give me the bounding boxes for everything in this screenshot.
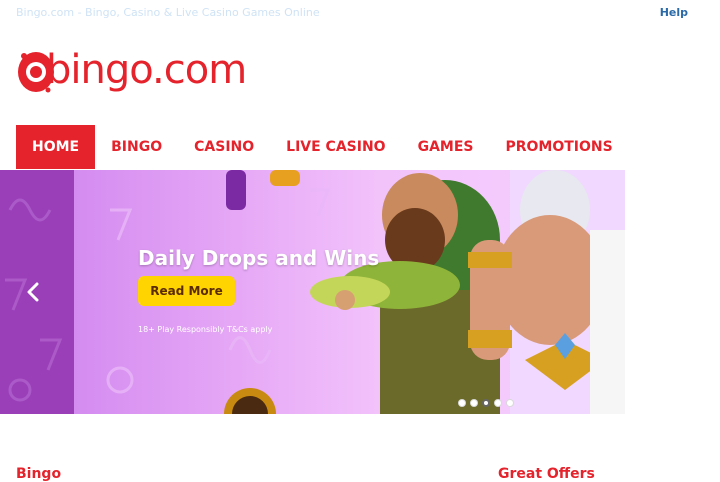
site-tagline: Bingo.com - Bingo, Casino & Live Casino … (16, 6, 320, 19)
nav-games[interactable]: GAMES (402, 125, 490, 169)
help-link[interactable]: Help (660, 6, 688, 19)
carousel-dot[interactable] (494, 399, 502, 407)
logo-splat-icon (16, 42, 54, 98)
chevron-left-icon[interactable] (26, 282, 40, 302)
banner-artwork (5, 170, 625, 414)
carousel-dot[interactable] (506, 399, 514, 407)
read-more-button[interactable]: Read More (138, 276, 235, 306)
site-logo[interactable]: bingo.com (16, 40, 266, 100)
carousel-dot-active[interactable] (482, 399, 490, 407)
nav-casino[interactable]: CASINO (178, 125, 270, 169)
nav-home[interactable]: HOME (16, 125, 96, 169)
responsible-gambling-note: 18+ Play Responsibly T&Cs apply (138, 325, 273, 334)
banner-title: Daily Drops and Wins (138, 246, 380, 270)
main-nav: HOME BINGO CASINO LIVE CASINO GAMES PROM… (16, 125, 629, 169)
nav-bingo[interactable]: BINGO (95, 125, 178, 169)
carousel-dot[interactable] (470, 399, 478, 407)
carousel-dot[interactable] (458, 399, 466, 407)
nav-promotions[interactable]: PROMOTIONS (489, 125, 628, 169)
carousel-dots (458, 399, 514, 407)
logo-wordmark: bingo.com (46, 47, 247, 93)
promo-carousel[interactable]: Daily Drops and Wins Read More 18+ Play … (0, 170, 625, 414)
nav-live-casino[interactable]: LIVE CASINO (270, 125, 401, 169)
top-bar: Bingo.com - Bingo, Casino & Live Casino … (0, 0, 720, 26)
